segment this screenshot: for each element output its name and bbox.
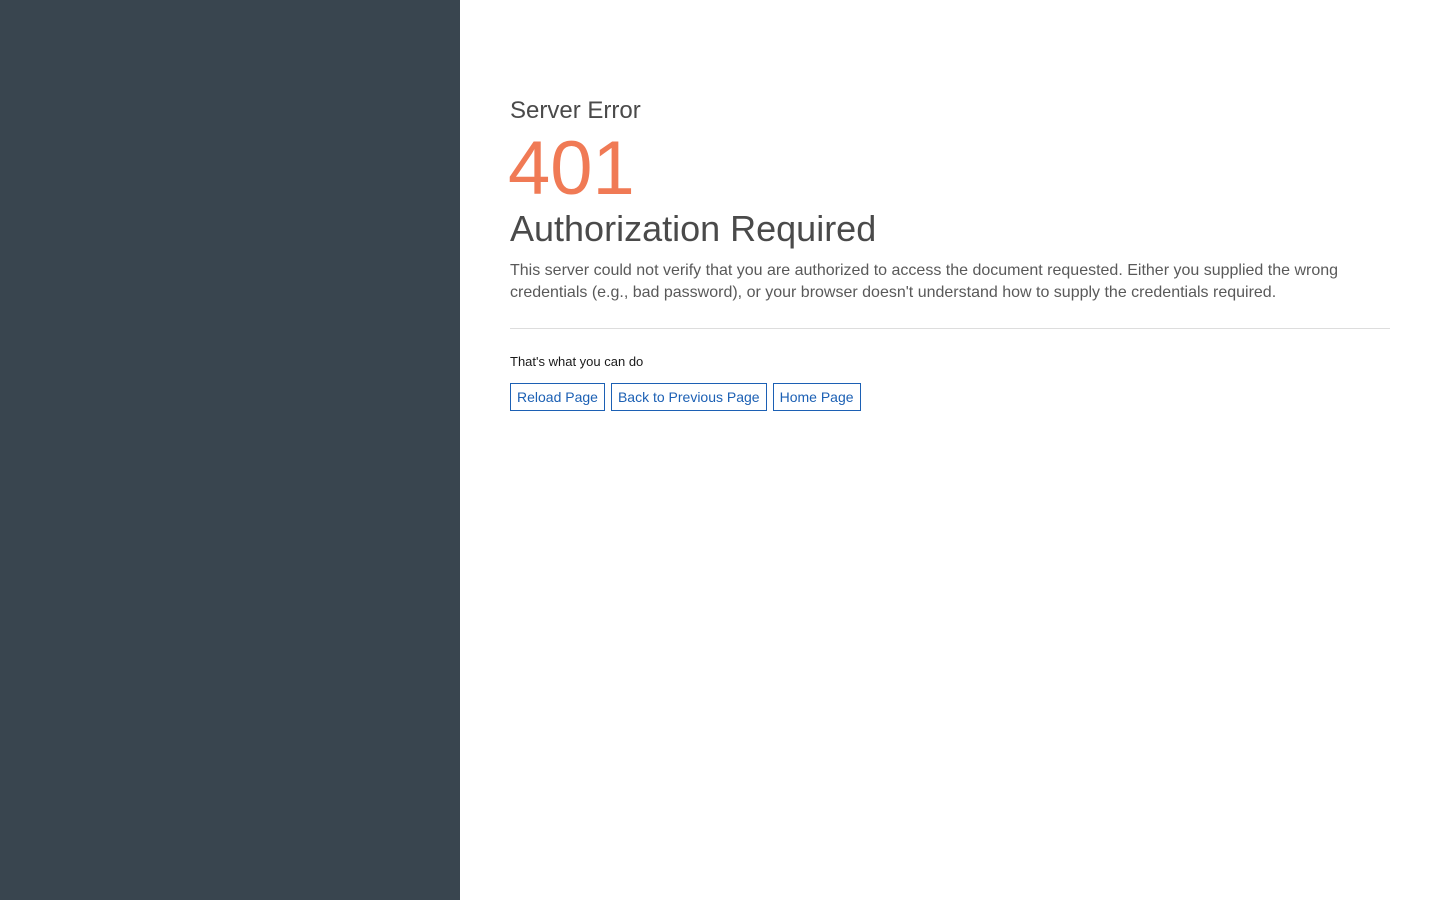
action-buttons: Reload Page Back to Previous Page Home P… xyxy=(510,383,1390,411)
page-layout: Server Error 401 Authorization Required … xyxy=(0,0,1440,900)
error-content: Server Error 401 Authorization Required … xyxy=(460,0,1440,900)
error-category: Server Error xyxy=(510,97,641,124)
error-description: This server could not verify that you ar… xyxy=(510,262,1339,301)
reload-page-button[interactable]: Reload Page xyxy=(510,383,605,411)
back-to-previous-page-button[interactable]: Back to Previous Page xyxy=(610,383,767,411)
actions-label: That's what you can do xyxy=(510,354,644,369)
error-title: Authorization Required xyxy=(510,208,877,249)
divider xyxy=(510,328,1390,329)
left-sidebar-panel xyxy=(0,0,460,900)
error-code: 401 xyxy=(508,126,635,211)
home-page-button[interactable]: Home Page xyxy=(772,383,861,411)
